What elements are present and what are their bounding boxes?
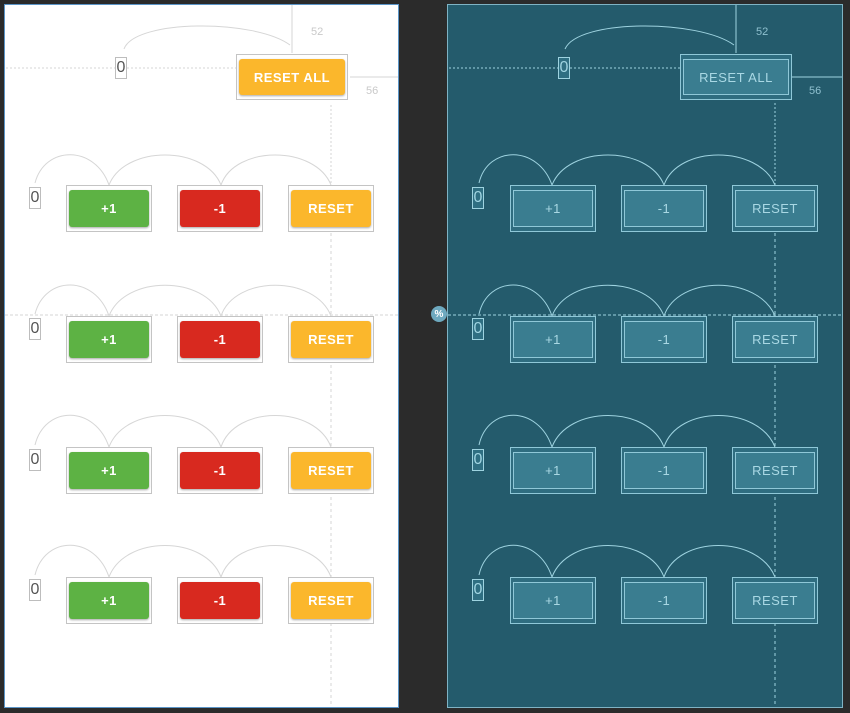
margin-top-label: 52 [311, 26, 324, 38]
plus-button-frame: +1 [66, 185, 152, 232]
row-counter: 0 [29, 449, 41, 471]
plus-button-frame: +1 [510, 316, 596, 363]
row-counter: 0 [472, 579, 484, 601]
plus-button-frame: +1 [510, 185, 596, 232]
reset-button-frame: RESET [288, 185, 374, 232]
reset-all-button[interactable]: RESET ALL [683, 59, 789, 95]
row-counter: 0 [29, 187, 41, 209]
reset-button[interactable]: RESET [735, 190, 815, 227]
reset-all-button-frame: RESET ALL [680, 54, 792, 100]
reset-button[interactable]: RESET [291, 582, 371, 619]
minus-one-button[interactable]: -1 [624, 321, 704, 358]
minus-one-button[interactable]: -1 [180, 190, 260, 227]
reset-button-frame: RESET [288, 447, 374, 494]
margin-top-label: 52 [756, 26, 769, 38]
reset-button[interactable]: RESET [735, 452, 815, 489]
plus-one-button[interactable]: +1 [513, 452, 593, 489]
plus-one-button[interactable]: +1 [513, 321, 593, 358]
reset-button-frame: RESET [732, 447, 818, 494]
reset-button[interactable]: RESET [291, 321, 371, 358]
minus-button-frame: -1 [621, 447, 707, 494]
plus-one-button[interactable]: +1 [69, 582, 149, 619]
minus-button-frame: -1 [177, 577, 263, 624]
plus-button-frame: +1 [66, 447, 152, 494]
plus-one-button[interactable]: +1 [69, 190, 149, 227]
reset-button-frame: RESET [732, 185, 818, 232]
reset-button-frame: RESET [732, 577, 818, 624]
reset-button[interactable]: RESET [735, 582, 815, 619]
reset-all-button-frame: RESET ALL [236, 54, 348, 100]
blueprint-surface[interactable]: 0 RESET ALL 52 56 0 +1 -1 RESET 0 +1 -1 … [447, 4, 843, 708]
minus-button-frame: -1 [621, 577, 707, 624]
reset-button-frame: RESET [732, 316, 818, 363]
reset-button[interactable]: RESET [735, 321, 815, 358]
reset-button[interactable]: RESET [291, 452, 371, 489]
reset-button[interactable]: RESET [291, 190, 371, 227]
row-counter: 0 [29, 579, 41, 601]
design-surface[interactable]: 0 RESET ALL 52 56 0 +1 -1 RESET 0 +1 -1 … [4, 4, 399, 708]
guideline-percent-badge[interactable]: % [431, 306, 447, 322]
row-counter: 0 [472, 318, 484, 340]
minus-one-button[interactable]: -1 [180, 321, 260, 358]
row-counter: 0 [29, 318, 41, 340]
minus-button-frame: -1 [177, 316, 263, 363]
margin-end-label: 56 [809, 85, 822, 97]
reset-button-frame: RESET [288, 577, 374, 624]
margin-end-label: 56 [366, 85, 379, 97]
plus-button-frame: +1 [66, 577, 152, 624]
minus-one-button[interactable]: -1 [624, 452, 704, 489]
plus-button-frame: +1 [66, 316, 152, 363]
reset-button-frame: RESET [288, 316, 374, 363]
minus-one-button[interactable]: -1 [180, 452, 260, 489]
reset-all-counter: 0 [558, 57, 570, 79]
minus-one-button[interactable]: -1 [624, 190, 704, 227]
minus-one-button[interactable]: -1 [180, 582, 260, 619]
minus-one-button[interactable]: -1 [624, 582, 704, 619]
plus-button-frame: +1 [510, 577, 596, 624]
plus-one-button[interactable]: +1 [69, 321, 149, 358]
plus-one-button[interactable]: +1 [513, 582, 593, 619]
row-counter: 0 [472, 187, 484, 209]
row-counter: 0 [472, 449, 484, 471]
minus-button-frame: -1 [177, 185, 263, 232]
reset-all-button[interactable]: RESET ALL [239, 59, 345, 95]
reset-all-counter: 0 [115, 57, 127, 79]
minus-button-frame: -1 [621, 185, 707, 232]
plus-one-button[interactable]: +1 [513, 190, 593, 227]
plus-one-button[interactable]: +1 [69, 452, 149, 489]
minus-button-frame: -1 [177, 447, 263, 494]
minus-button-frame: -1 [621, 316, 707, 363]
plus-button-frame: +1 [510, 447, 596, 494]
